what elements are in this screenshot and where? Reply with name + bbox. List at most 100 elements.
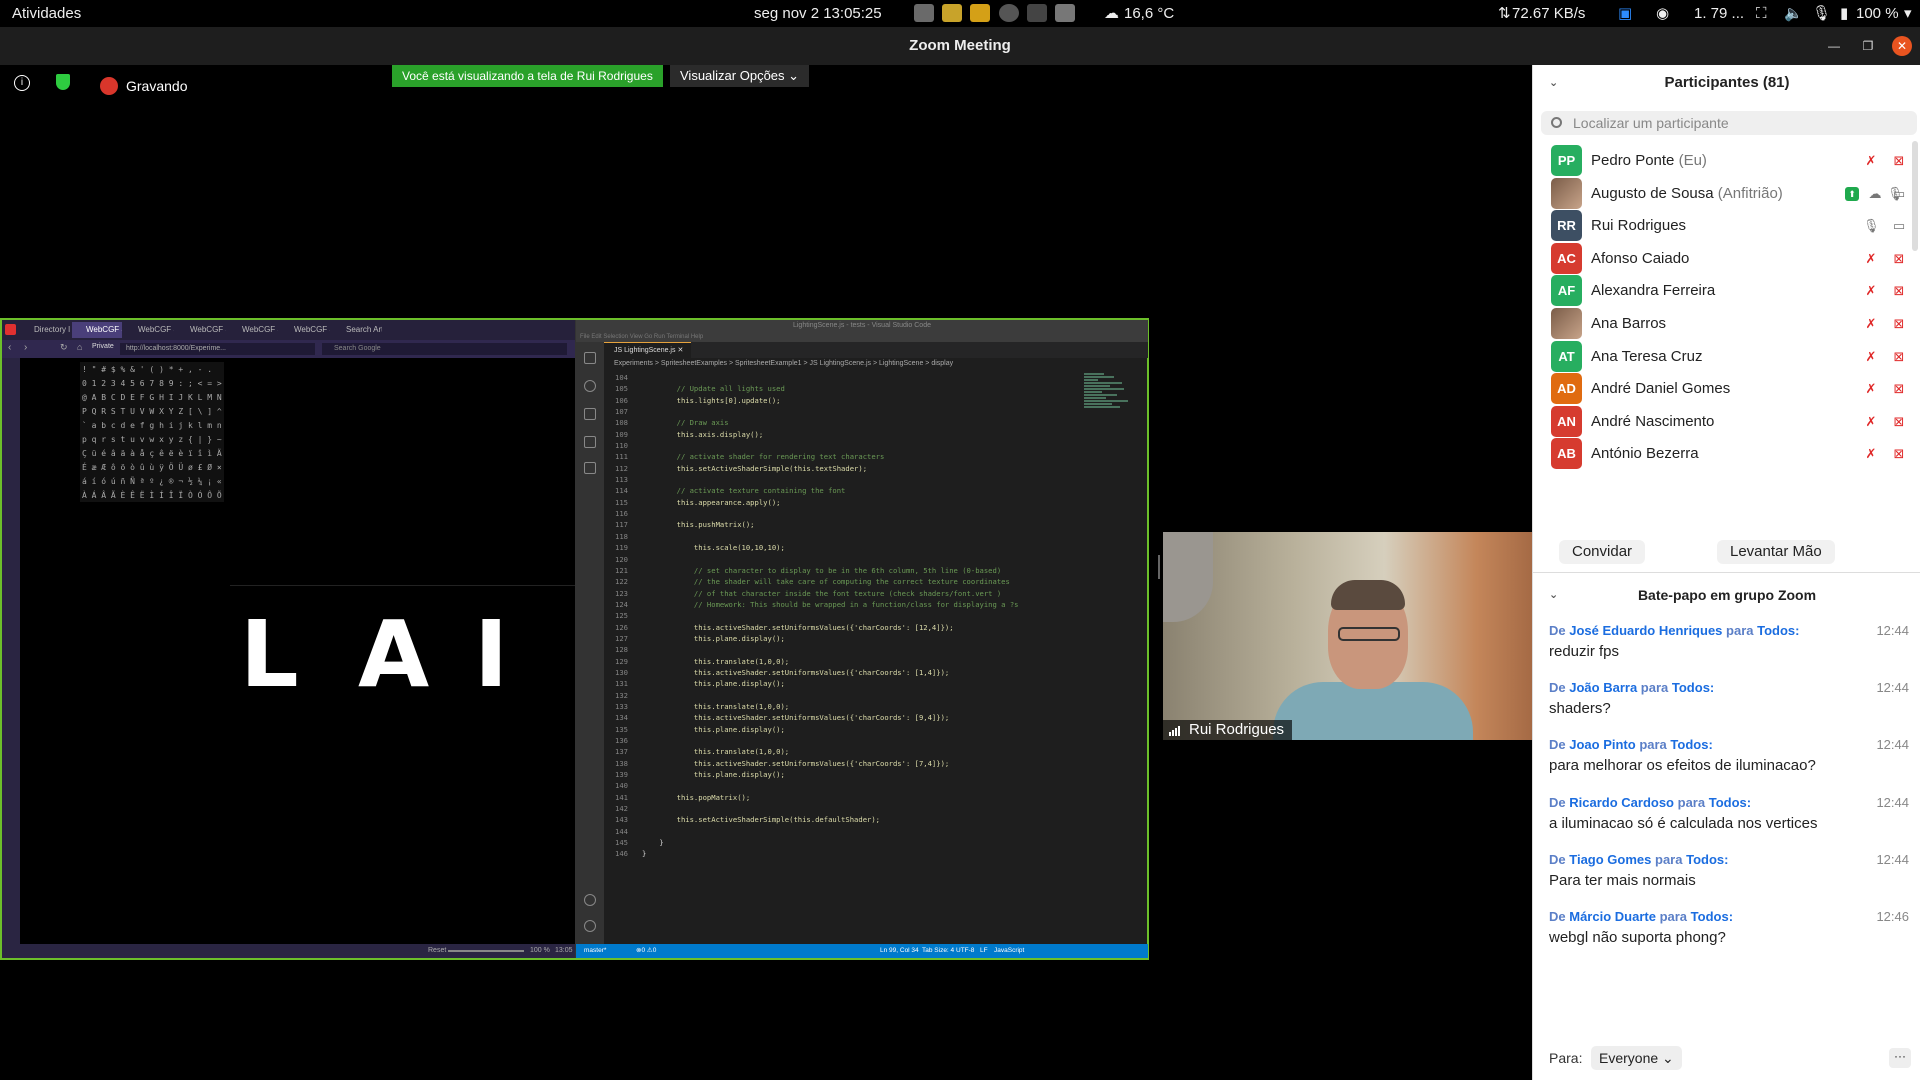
- view-options-button[interactable]: Visualizar Opções ⌄: [670, 65, 810, 87]
- extensions-icon[interactable]: [584, 462, 596, 474]
- sensor-icon[interactable]: [970, 4, 991, 22]
- participant-scrollbar[interactable]: [1912, 141, 1918, 251]
- globe-icon[interactable]: [998, 4, 1019, 22]
- reload-icon[interactable]: ↻: [60, 342, 68, 353]
- video-off-icon[interactable]: ⊠: [1891, 251, 1907, 267]
- video-off-icon[interactable]: ⊠: [1891, 446, 1907, 462]
- close-icon[interactable]: ✕: [1892, 36, 1912, 56]
- browser-tab[interactable]: Directory lis: [20, 322, 70, 338]
- video-off-icon[interactable]: ⊠: [1891, 414, 1907, 430]
- code-editor[interactable]: 104 105 // Update all lights used 106 this…: [604, 372, 1074, 938]
- system-menu-chevron-icon[interactable]: ▾: [1904, 0, 1912, 27]
- url-field[interactable]: http://localhost:8000/Experime...: [120, 343, 315, 355]
- forward-icon[interactable]: ›: [24, 342, 27, 353]
- vscode-menu[interactable]: File Edit Selection View Go Run Terminal…: [576, 332, 1148, 342]
- maximize-icon[interactable]: ❐: [1858, 36, 1878, 56]
- video-icon[interactable]: ▭: [1891, 218, 1907, 234]
- breadcrumb[interactable]: Experiments > SpritesheetExamples > Spri…: [604, 358, 1148, 370]
- memory-icon[interactable]: [942, 4, 963, 22]
- chat-message[interactable]: De João Barra para Todos: 12:44 shaders?: [1549, 678, 1909, 720]
- encoding[interactable]: UTF-8: [956, 944, 974, 958]
- zoom-tray-icon[interactable]: ▣: [1618, 0, 1632, 27]
- mic-muted-icon[interactable]: ✗: [1863, 316, 1879, 332]
- mic-muted-icon[interactable]: ✗: [1863, 381, 1879, 397]
- cpu-freq[interactable]: 1. 79 ...: [1694, 0, 1744, 27]
- source-control-icon[interactable]: [584, 408, 596, 420]
- mic-muted-icon[interactable]: ✗: [1863, 446, 1879, 462]
- screen-icon[interactable]: [1054, 4, 1075, 22]
- chat-recipient: Todos:: [1757, 623, 1800, 638]
- info-icon[interactable]: i: [14, 75, 30, 91]
- browser-tab[interactable]: Search Art | C: [332, 322, 382, 338]
- clipboard-icon[interactable]: [1026, 4, 1047, 22]
- git-branch[interactable]: master*: [584, 944, 606, 958]
- mic-muted-icon[interactable]: ✗: [1863, 251, 1879, 267]
- video-icon[interactable]: ▭: [1891, 186, 1907, 202]
- language-mode[interactable]: JavaScript: [994, 944, 1024, 958]
- account-icon[interactable]: [584, 894, 596, 906]
- video-off-icon[interactable]: ⊠: [1891, 381, 1907, 397]
- chat-message[interactable]: De Tiago Gomes para Todos: 12:44 Para ter …: [1549, 850, 1909, 892]
- code-line: 125: [604, 610, 1074, 621]
- weather-temp[interactable]: 16,6 °C: [1124, 0, 1174, 27]
- more-options-button[interactable]: ···: [1889, 1048, 1911, 1068]
- mic-icon[interactable]: 🎙: [1812, 0, 1831, 27]
- browser-tab[interactable]: WebCGF Sha: [124, 322, 174, 338]
- video-off-icon[interactable]: ⊠: [1891, 349, 1907, 365]
- invite-button[interactable]: Convidar: [1559, 540, 1646, 564]
- battery-level[interactable]: 100 %: [1856, 0, 1899, 27]
- chat-message[interactable]: De José Eduardo Henriques para Todos: 12:…: [1549, 621, 1909, 663]
- network-icon[interactable]: ⛶: [1756, 0, 1767, 27]
- participant-search-input[interactable]: Localizar um participante: [1541, 111, 1917, 135]
- minimize-icon[interactable]: —: [1824, 36, 1844, 56]
- browser-tab[interactable]: WebCGF Sha: [72, 322, 122, 338]
- battery-icon[interactable]: ▮: [1840, 0, 1848, 27]
- settings-gear-icon[interactable]: [584, 920, 596, 932]
- mic-muted-icon[interactable]: ✗: [1863, 414, 1879, 430]
- explorer-icon[interactable]: [584, 352, 596, 364]
- reset-label[interactable]: Reset: [428, 944, 446, 958]
- mic-muted-icon[interactable]: ✗: [1863, 153, 1879, 169]
- clock[interactable]: seg nov 2 13:05:25: [754, 0, 882, 27]
- shield-icon[interactable]: [56, 74, 70, 90]
- raise-hand-button[interactable]: Levantar Mão: [1717, 540, 1835, 564]
- splitter-handle[interactable]: [1158, 555, 1160, 579]
- participant-row[interactable]: AB António Bezerra ✗ ⊠: [1533, 434, 1920, 474]
- chat-message[interactable]: De Márcio Duarte para Todos: 12:46 webgl n…: [1549, 907, 1909, 949]
- chat-message[interactable]: De Joao Pinto para Todos: 12:44 para melho…: [1549, 735, 1909, 777]
- home-icon[interactable]: ⌂: [77, 342, 82, 352]
- speaker-video[interactable]: Rui Rodrigues: [1163, 532, 1532, 740]
- mic-muted-icon[interactable]: ✗: [1863, 349, 1879, 365]
- back-icon[interactable]: ‹: [8, 342, 11, 353]
- video-off-icon[interactable]: ⊠: [1891, 153, 1907, 169]
- run-debug-icon[interactable]: [584, 436, 596, 448]
- browser-tab[interactable]: WebCGF Sha: [228, 322, 278, 338]
- browser-tab[interactable]: WebCGF Sha: [280, 322, 330, 338]
- recipient-dropdown[interactable]: Everyone ⌄: [1591, 1046, 1682, 1070]
- mic-muted-icon[interactable]: ✗: [1863, 283, 1879, 299]
- eol[interactable]: LF: [980, 944, 988, 958]
- weather-icon[interactable]: ☁: [1104, 0, 1119, 27]
- video-off-icon[interactable]: ⊠: [1891, 316, 1907, 332]
- volume-icon[interactable]: 🔈: [1784, 0, 1803, 27]
- discord-icon[interactable]: ◉: [1656, 0, 1669, 27]
- tab-size[interactable]: Tab Size: 4: [922, 944, 954, 958]
- search-field[interactable]: Search Google: [322, 343, 567, 355]
- minimap[interactable]: [1084, 372, 1130, 512]
- problems-count[interactable]: ⊗0 ⚠0: [636, 944, 656, 958]
- collapse-chat-icon[interactable]: ⌄: [1549, 577, 1558, 613]
- collapse-participants-icon[interactable]: ⌄: [1549, 65, 1558, 101]
- editor-tab[interactable]: JS LightingScene.js ✕: [604, 342, 692, 358]
- search-icon[interactable]: [584, 380, 596, 392]
- tab-close-icon[interactable]: ✕: [677, 347, 683, 354]
- activities-button[interactable]: Atividades: [12, 0, 81, 27]
- video-off-icon[interactable]: ⊠: [1891, 283, 1907, 299]
- webgl-canvas[interactable]: L A I: [230, 585, 575, 723]
- cursor-position[interactable]: Ln 99, Col 34: [880, 944, 919, 958]
- mic-icon[interactable]: 🎙: [1863, 218, 1880, 234]
- chat-message[interactable]: De Ricardo Cardoso para Todos: 12:44 a ilu…: [1549, 793, 1909, 835]
- net-speed[interactable]: 72.67 KB/s: [1512, 0, 1585, 27]
- cpu-icon[interactable]: [914, 4, 934, 22]
- zoom-slider[interactable]: [448, 950, 524, 952]
- browser-tab[interactable]: WebCGF Sha: [176, 322, 226, 338]
